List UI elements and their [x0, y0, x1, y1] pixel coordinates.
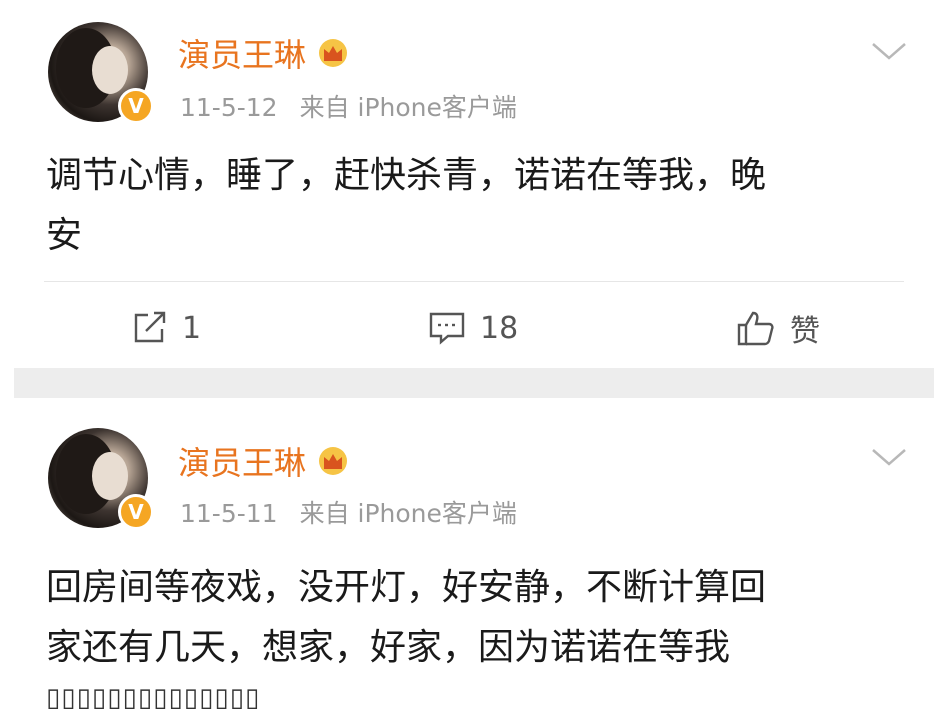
content-line: 家还有几天，想家，好家，因为诺诺在等我 — [46, 627, 731, 668]
post-content: 回房间等夜戏，没开灯，好安静，不断计算回 家还有几天，想家，好家，因为诺诺在等我… — [46, 558, 906, 718]
share-button[interactable]: 1 — [132, 296, 201, 360]
content-line: 安 — [46, 215, 83, 256]
divider — [44, 281, 904, 282]
share-icon — [134, 311, 166, 343]
post-separator — [14, 368, 934, 398]
verified-badge: V — [118, 494, 154, 530]
weibo-post: V 演员王琳 11-5-12 来自 iPhone客户端 调节心情，睡了，赶快杀青，… — [0, 0, 941, 368]
comment-count: 18 — [480, 310, 519, 346]
post-content: 调节心情，睡了，赶快杀青，诺诺在等我，晚 安 — [46, 146, 906, 266]
post-date: 11-5-11 — [180, 499, 278, 528]
like-button[interactable]: 赞 — [736, 296, 820, 360]
content-line: 调节心情，睡了，赶快杀青，诺诺在等我，晚 — [46, 155, 767, 196]
content-line: 回房间等夜戏，没开灯，好安静，不断计算回 — [46, 567, 767, 608]
weibo-post: V 演员王琳 11-5-11 来自 iPhone客户端 回房间等夜戏，没开灯，好安… — [0, 398, 941, 720]
post-date: 11-5-12 — [180, 93, 278, 122]
chevron-down-icon[interactable] — [869, 40, 909, 64]
post-source: 来自 iPhone客户端 — [299, 93, 517, 122]
post-meta: 11-5-12 来自 iPhone客户端 — [180, 88, 517, 124]
post-source: 来自 iPhone客户端 — [299, 499, 517, 528]
username[interactable]: 演员王琳 — [178, 438, 306, 484]
action-bar: 1 18 赞 — [0, 296, 941, 360]
chevron-down-icon[interactable] — [869, 446, 909, 470]
comment-icon — [429, 312, 465, 345]
content-line: ▯▯▯▯▯▯▯▯▯▯▯▯▯▯ — [46, 683, 261, 713]
share-count: 1 — [182, 310, 202, 346]
username[interactable]: 演员王琳 — [178, 30, 306, 76]
post-meta: 11-5-11 来自 iPhone客户端 — [180, 494, 517, 530]
crown-icon — [316, 446, 350, 476]
verified-badge: V — [118, 88, 154, 124]
crown-icon — [316, 38, 350, 68]
like-label: 赞 — [790, 314, 820, 349]
thumbs-up-icon — [737, 311, 774, 346]
comment-button[interactable]: 18 — [428, 296, 518, 360]
